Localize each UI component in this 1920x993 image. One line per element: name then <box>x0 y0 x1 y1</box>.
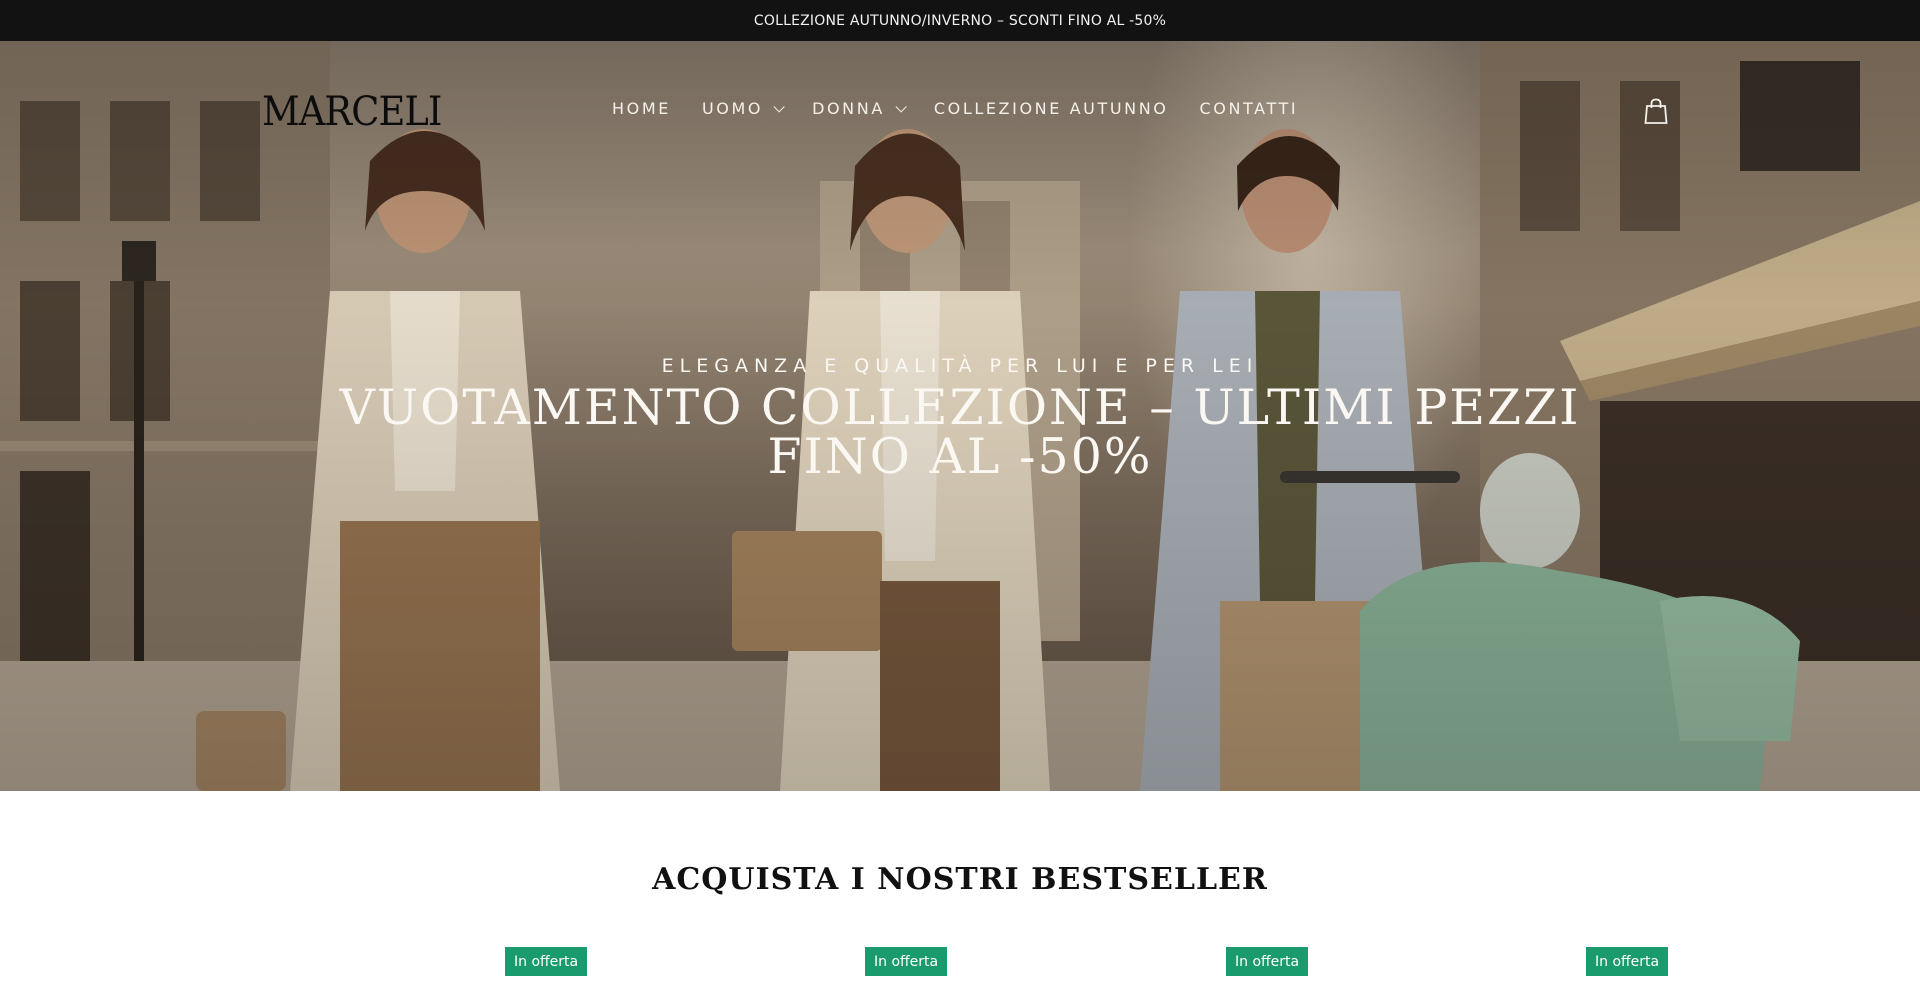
sale-badge: In offerta <box>1586 947 1669 976</box>
nav-item-uomo[interactable]: UOMO <box>701 99 785 118</box>
sale-badge: In offerta <box>865 947 948 976</box>
nav-item-collezione-autunno[interactable]: COLLEZIONE AUTUNNO <box>934 99 1169 118</box>
nav-item-home[interactable]: HOME <box>612 99 671 118</box>
nav-item-label: COLLEZIONE AUTUNNO <box>933 99 1169 118</box>
chevron-down-icon <box>773 100 785 113</box>
nav-item-contatti[interactable]: CONTATTI <box>1199 99 1298 118</box>
nav-item-label: HOME <box>612 99 671 118</box>
chevron-down-icon <box>895 100 907 113</box>
main-nav: HOME UOMO DONNA COLLEZIONE AUTUNNO CONTA… <box>612 99 1329 118</box>
announcement-text: COLLEZIONE AUTUNNO/INVERNO – SCONTI FINO… <box>753 12 1167 29</box>
cart-button[interactable] <box>1644 98 1668 124</box>
sale-badge: In offerta <box>1226 947 1309 976</box>
nav-item-label: UOMO <box>701 99 764 118</box>
sale-badge: In offerta <box>505 947 588 976</box>
shopping-bag-icon <box>1644 98 1668 124</box>
bestsellers-heading: ACQUISTA I NOSTRI BESTSELLER <box>652 862 1268 897</box>
brand-logo[interactable]: MARCELI <box>262 89 442 135</box>
hero-banner[interactable]: MARCELI HOME UOMO DONNA COLLEZIONE AUTUN… <box>0 41 1920 791</box>
nav-item-donna[interactable]: DONNA <box>812 99 907 118</box>
announcement-bar: COLLEZIONE AUTUNNO/INVERNO – SCONTI FINO… <box>0 0 1920 41</box>
nav-item-label: CONTATTI <box>1199 99 1299 118</box>
hero-title: VUOTAMENTO COLLEZIONE – ULTIMI PEZZI FIN… <box>339 379 1581 485</box>
nav-item-label: DONNA <box>812 99 885 118</box>
hero-text-block: ELEGANZA E QUALITÀ PER LUI E PER LEI VUO… <box>0 355 1920 481</box>
hero-subtitle: ELEGANZA E QUALITÀ PER LUI E PER LEI <box>661 355 1259 377</box>
